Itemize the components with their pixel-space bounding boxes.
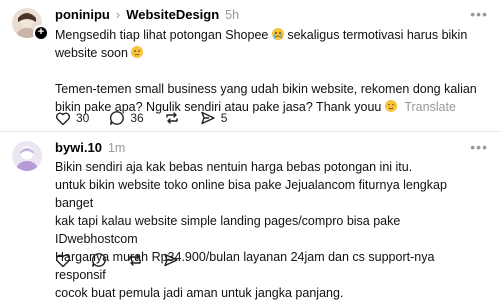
repost-button[interactable] — [127, 252, 143, 268]
heart-icon — [55, 112, 71, 125]
reply-text: Bikin sendiri aja kak bebas nentuin harg… — [55, 158, 486, 302]
reply-text-line: kak tapi kalau website simple landing pa… — [55, 214, 401, 246]
action-bar — [55, 252, 199, 268]
repost-icon — [129, 254, 141, 266]
thread-post: + poninipu › WebsiteDesign 5h ••• Mengse… — [0, 0, 500, 131]
timestamp: 1m — [107, 140, 126, 155]
username[interactable]: poninipu — [55, 7, 110, 22]
chevron-right-icon: › — [115, 7, 121, 22]
share-button[interactable]: 5 — [200, 110, 228, 126]
post-text-line: website soon — [55, 46, 128, 60]
crying-emoji — [271, 28, 284, 40]
more-icon[interactable]: ••• — [470, 6, 488, 22]
relieved-emoji — [384, 100, 397, 112]
like-button[interactable]: 30 — [55, 111, 89, 126]
like-count: 30 — [76, 111, 90, 125]
sad-emoji — [131, 46, 144, 58]
action-bar: 30 36 5 — [55, 110, 247, 126]
comment-button[interactable]: 36 — [109, 110, 144, 126]
share-icon — [201, 111, 215, 125]
timestamp: 5h — [225, 7, 240, 22]
translate-link[interactable]: Translate — [404, 100, 456, 114]
post-text-line: Temen-temen small business yang udah bik… — [55, 82, 477, 96]
heart-icon — [55, 254, 71, 267]
reply-text-line: Bikin sendiri aja kak bebas nentuin harg… — [55, 160, 413, 174]
more-icon[interactable]: ••• — [470, 139, 488, 155]
share-icon — [164, 253, 178, 267]
username[interactable]: bywi.10 — [55, 140, 102, 155]
post-header: bywi.10 1m — [55, 140, 125, 155]
post-header: poninipu › WebsiteDesign 5h — [55, 7, 239, 22]
comment-icon — [110, 111, 125, 125]
thread-reply: bywi.10 1m ••• Bikin sendiri aja kak beb… — [0, 132, 500, 300]
share-count: 5 — [220, 111, 228, 125]
comment-icon — [91, 253, 106, 267]
share-button[interactable] — [163, 252, 179, 268]
post-text-line: sekaligus termotivasi harus bikin — [287, 28, 468, 42]
repost-icon — [166, 112, 178, 124]
follow-plus-icon[interactable]: + — [33, 25, 49, 41]
comment-count: 36 — [130, 111, 144, 125]
repost-button[interactable] — [164, 110, 180, 126]
reply-text-line: cocok buat pemula jadi aman untuk jangka… — [55, 286, 344, 300]
reply-text-line: untuk bikin website toko online bisa pak… — [55, 178, 447, 210]
post-text: Mengsedih tiap lihat potongan Shopee sek… — [55, 26, 486, 116]
comment-button[interactable] — [91, 252, 107, 268]
post-text-line: Mengsedih tiap lihat potongan Shopee — [55, 28, 269, 42]
topic-tag[interactable]: WebsiteDesign — [126, 7, 219, 22]
avatar[interactable] — [12, 141, 42, 171]
like-button[interactable] — [55, 253, 71, 268]
